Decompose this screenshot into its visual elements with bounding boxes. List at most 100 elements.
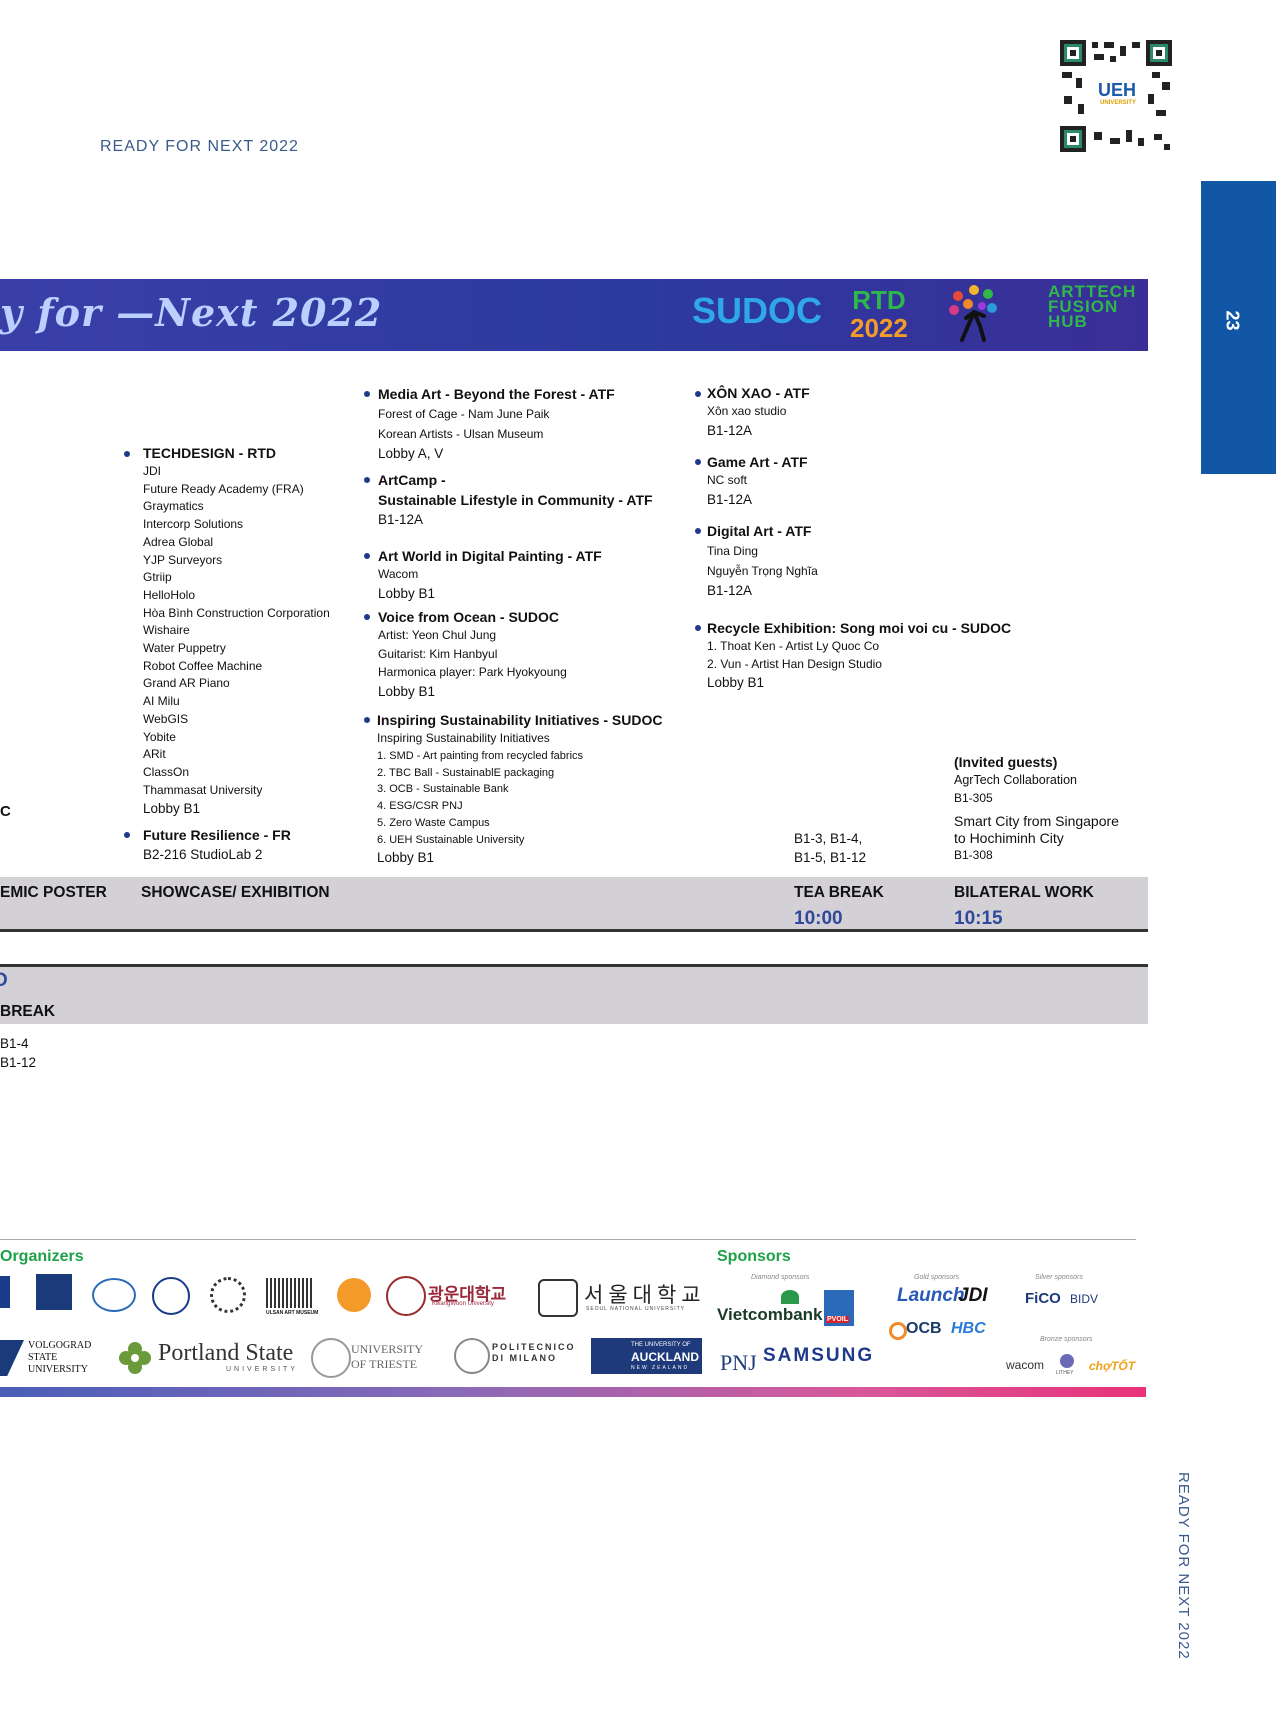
column-header: SHOWCASE/ EXHIBITION — [141, 884, 330, 901]
pvoil-text: PVOIL — [826, 1316, 850, 1323]
artworld-title: Art World in Digital Painting - ATF — [378, 548, 602, 564]
sponsors-label: Sponsors — [717, 1248, 791, 1265]
list-item: 4. ESG/CSR PNJ — [377, 800, 463, 813]
flower-logo-icon — [337, 1278, 371, 1312]
edge-break-label: BREAK — [0, 1003, 56, 1020]
time-label: 10:00 — [794, 908, 843, 929]
rooms-line1: B1-3, B1-4, — [794, 831, 863, 846]
volgograd-emblem-icon — [0, 1340, 24, 1376]
volgograd-line: UNIVERSITY — [28, 1364, 88, 1375]
samsung-logo: SAMSUNG — [763, 1345, 875, 1366]
location: B2-216 StudioLab 2 — [143, 847, 263, 862]
xonxao-title: XÔN XAO - ATF — [707, 385, 810, 401]
list-item: Korean Artists - Ulsan Museum — [378, 427, 544, 441]
milano-seal-icon — [454, 1338, 490, 1374]
volgograd-line: VOLGOGRAD — [28, 1340, 92, 1351]
portland-logo: Portland State — [158, 1340, 294, 1366]
list-item: YJP Surveyors — [143, 552, 223, 567]
list-item: Grand AR Piano — [143, 676, 230, 691]
lithey-logo: LITHEY — [1056, 1370, 1074, 1376]
bullet-icon — [695, 391, 701, 397]
bidv-logo: BIDV — [1070, 1292, 1099, 1306]
sudoc-logo: SUDOC — [692, 290, 823, 331]
snu-crest-icon — [538, 1279, 578, 1317]
pvoil-logo: PVOIL — [824, 1290, 854, 1326]
organizers-label: Organizers — [0, 1248, 84, 1265]
ocb-logo: OCB — [906, 1320, 942, 1337]
kwangwoon-logo-en: KwangWoon University — [432, 1301, 494, 1307]
location: Lobby A, V — [378, 446, 444, 461]
media-art-section: Media Art - Beyond the Forest - ATF Fore… — [378, 384, 698, 464]
list-item: Xôn xao studio — [707, 404, 787, 418]
list-item: ARit — [143, 747, 166, 762]
smart-city-line2: to Hochiminh City — [954, 830, 1064, 847]
dancer-figure-icon — [944, 282, 1004, 344]
future-title: Future Resilience - FR — [143, 827, 291, 843]
location: Lobby B1 — [378, 585, 436, 601]
xonxao-section: XÔN XAO - ATF Xôn xao studio B1-12A — [707, 383, 907, 440]
edge-room: B1-12 — [0, 1055, 37, 1070]
milano-line: POLITECNICO — [492, 1342, 576, 1352]
smart-city-line1: Smart City from Singapore — [954, 813, 1119, 830]
bullet-icon — [364, 391, 370, 397]
list-item: Yobite — [143, 729, 176, 744]
list-item: Guitarist: Kim Hanbyul — [378, 646, 498, 661]
bullet-icon — [364, 717, 370, 723]
list-item: 1. SMD - Art painting from recycled fabr… — [377, 749, 584, 762]
list-item: Thammasat University — [143, 782, 263, 797]
inspiring-title: Inspiring Sustainability Initiatives - S… — [377, 712, 663, 728]
arttech-line3: HUB — [1048, 312, 1088, 331]
footer-gradient-bar — [0, 1387, 1146, 1397]
globe-logo-icon — [92, 1278, 136, 1312]
divider — [0, 1239, 1136, 1240]
list-item: NC soft — [707, 473, 748, 487]
list-item: WebGIS — [143, 711, 189, 726]
game-art-section: Game Art - ATF NC soft B1-12A — [707, 452, 907, 509]
rtd-logo-year: 2022 — [850, 313, 908, 343]
location: Lobby B1 — [378, 683, 436, 699]
tier-label: Silver sponsors — [1035, 1274, 1083, 1281]
list-item: ClassOn — [143, 764, 190, 779]
digital-title: Digital Art - ATF — [707, 523, 812, 539]
bullet-icon — [695, 528, 701, 534]
lithey-icon — [1060, 1354, 1074, 1368]
snu-logo: 서울대학교 — [584, 1284, 706, 1307]
agr-title: AgrTech Collaboration — [954, 773, 1077, 787]
auckland-line: THE UNIVERSITY OF — [631, 1342, 691, 1348]
list-item: 2. Vun - Artist Han Design Studio — [707, 656, 882, 671]
schedule-bar — [0, 967, 1148, 1024]
seal-logo-icon — [152, 1277, 190, 1315]
trieste-logo: UNIVERSITY OF TRIESTE — [351, 1342, 423, 1372]
tea-break-rooms: B1-3, B1-4, B1-5, B1-12 — [794, 829, 944, 867]
ulsan-museum-logo — [266, 1278, 312, 1308]
qr-label: UEH — [1098, 80, 1137, 100]
voice-title: Voice from Ocean - SUDOC — [378, 609, 560, 625]
list-item: Graymatics — [143, 499, 204, 514]
header-title: READY FOR NEXT 2022 — [100, 138, 299, 155]
invited-guests: (Invited guests) — [954, 754, 1058, 770]
list-item: AI Milu — [143, 694, 180, 709]
list-item: Tina Ding — [707, 544, 758, 558]
qr-sublabel: UNIVERSITY — [1100, 100, 1137, 106]
chotot-logo: chợTỐT — [1089, 1359, 1136, 1373]
location: B1-12A — [707, 422, 753, 438]
arttech-logo: ARTTECH FUSION HUB — [1048, 283, 1136, 331]
list-item: 5. Zero Waste Campus — [377, 816, 490, 829]
bilateral-section: (Invited guests) AgrTech Collaboration B… — [954, 752, 1154, 865]
artworld-section: Art World in Digital Painting - ATF Waco… — [378, 546, 708, 603]
gear-seal-icon — [210, 1277, 246, 1313]
bullet-icon — [695, 625, 701, 631]
bullet-icon — [124, 832, 130, 838]
location: Lobby B1 — [377, 850, 435, 866]
techdesign-title: TECHDESIGN - RTD — [143, 445, 276, 461]
list-item: Gtriip — [143, 570, 172, 585]
column-header: EMIC POSTER — [0, 884, 107, 901]
qr-code: UEH UNIVERSITY — [1058, 38, 1174, 154]
rooms-line2: B1-5, B1-12 — [794, 850, 867, 865]
page-number: 23 — [1222, 310, 1243, 331]
bullet-icon — [364, 553, 370, 559]
pnj-logo: PNJ — [720, 1350, 757, 1375]
game-title: Game Art - ATF — [707, 454, 808, 470]
list-item: Nguyễn Trọng Nghĩa — [707, 564, 818, 578]
volgograd-logo: VOLGOGRAD STATE UNIVERSITY — [28, 1340, 91, 1376]
